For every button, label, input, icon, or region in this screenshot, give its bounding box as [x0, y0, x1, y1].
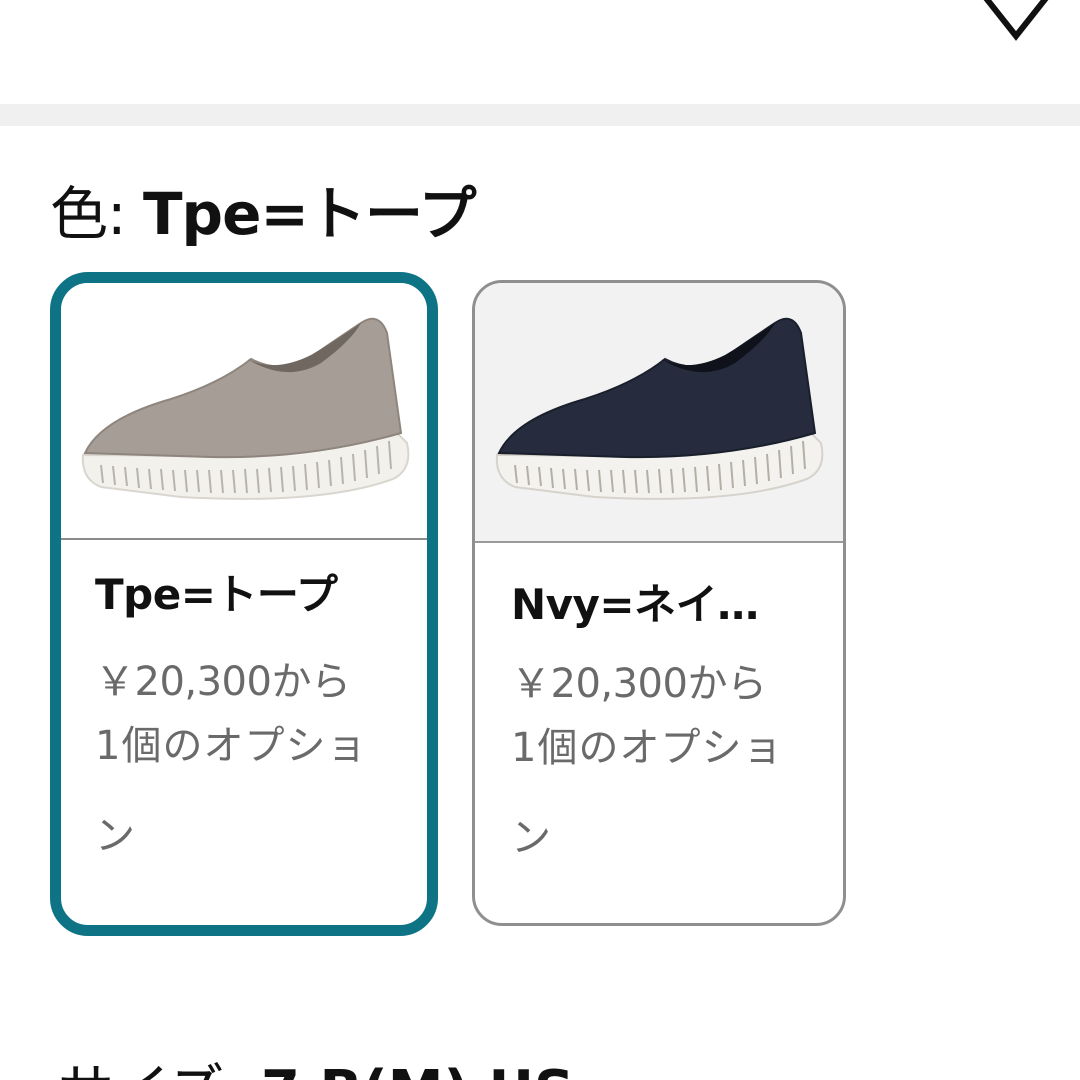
- color-option-count: 1個のオプション: [511, 725, 784, 861]
- color-option-price: ￥20,300から: [511, 661, 767, 707]
- color-option-taupe[interactable]: Tpe=トープ ￥20,300から 1個のオプション: [50, 272, 438, 936]
- product-image-navy: [475, 283, 843, 543]
- size-heading: サイズ: 7 B(M) US: [58, 1056, 574, 1080]
- color-label: 色:: [50, 180, 143, 248]
- size-label: サイズ:: [58, 1059, 261, 1080]
- color-option-navy[interactable]: Nvy=ネイ… ￥20,300から 1個のオプション: [472, 280, 846, 926]
- product-image-taupe: [61, 283, 427, 540]
- section-divider: [0, 104, 1080, 126]
- color-heading: 色: Tpe=トープ: [50, 178, 477, 250]
- selected-size-value: 7 B(M) US: [261, 1059, 574, 1080]
- heart-outline-icon: [983, 0, 1049, 41]
- top-bar: [0, 0, 1080, 104]
- selected-color-value: Tpe=トープ: [142, 180, 477, 248]
- color-option-name: Nvy=ネイ…: [511, 580, 759, 629]
- color-option-name: Tpe=トープ: [95, 570, 338, 619]
- color-option-price: ￥20,300から: [95, 659, 351, 705]
- favorite-button[interactable]: [970, 0, 1062, 60]
- color-option-count: 1個のオプション: [95, 723, 368, 859]
- product-variant-page: 色: Tpe=トープ Tpe=トープ ￥20,300から 1個のオプション Nv…: [0, 0, 1080, 1080]
